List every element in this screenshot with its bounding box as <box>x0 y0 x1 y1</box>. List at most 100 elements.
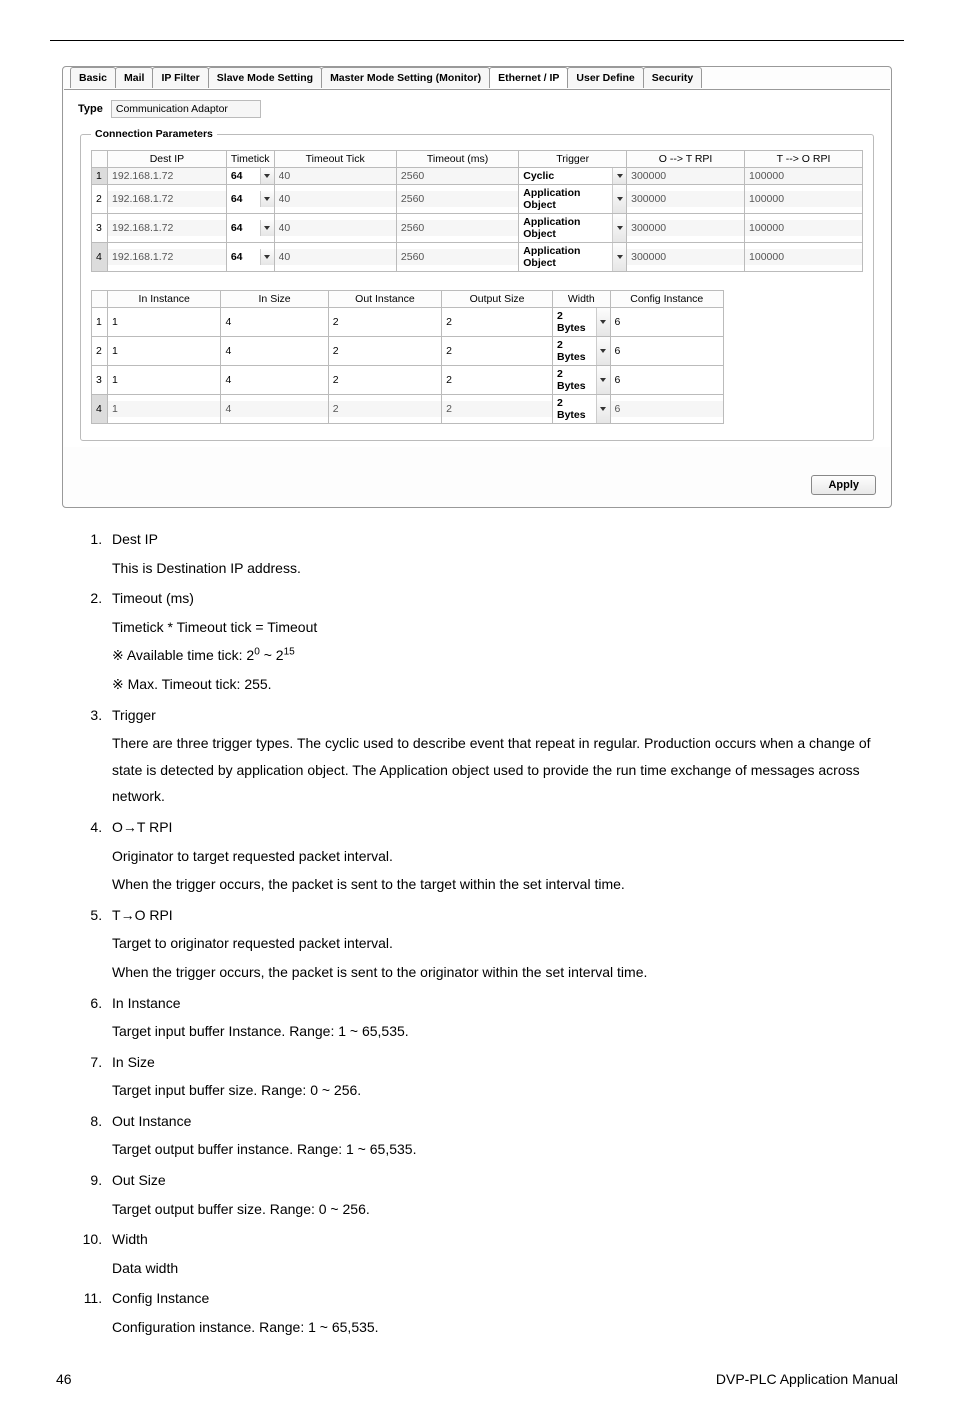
timeout-ms-field <box>397 168 518 184</box>
ot-rpi-field[interactable] <box>627 220 744 236</box>
chevron-down-icon[interactable] <box>260 220 274 236</box>
list-item: Dest IPThis is Destination IP address. <box>106 526 894 581</box>
tab-ip-filter[interactable]: IP Filter <box>152 67 208 88</box>
tab-security[interactable]: Security <box>643 67 702 88</box>
width-select[interactable]: 2 Bytes <box>553 337 610 365</box>
chevron-down-icon[interactable] <box>612 168 626 184</box>
chevron-down-icon[interactable] <box>596 308 610 336</box>
timetick-select[interactable]: 64 <box>227 220 274 236</box>
tab-slave-mode-setting[interactable]: Slave Mode Setting <box>208 67 322 88</box>
item-title: In Instance <box>112 995 181 1011</box>
chevron-down-icon[interactable] <box>260 191 274 207</box>
in-size-field[interactable] <box>221 372 327 388</box>
tab-mail[interactable]: Mail <box>115 67 153 88</box>
item-title: Dest IP <box>112 531 158 547</box>
config-instance-field[interactable] <box>611 314 724 330</box>
item-title: Trigger <box>112 707 156 723</box>
width-select[interactable]: 2 Bytes <box>553 308 610 336</box>
chevron-down-icon[interactable] <box>260 249 274 265</box>
output-size-field[interactable] <box>442 343 552 359</box>
tab-user-define[interactable]: User Define <box>567 67 643 88</box>
list-item: T→O RPI Target to originator requested pa… <box>106 902 894 986</box>
col-header <box>92 151 108 168</box>
width-select[interactable]: 2 Bytes <box>553 366 610 394</box>
dest-ip-field[interactable] <box>108 220 226 236</box>
dest-ip-field[interactable] <box>108 168 226 184</box>
timeout-ms-field <box>397 191 518 207</box>
table-row: 22 Bytes <box>92 337 724 366</box>
to-rpi-field[interactable] <box>745 220 862 236</box>
table-row: 32 Bytes <box>92 366 724 395</box>
timetick-select[interactable]: 64 <box>227 168 274 184</box>
list-item: In Instance Target input buffer Instance.… <box>106 990 894 1045</box>
timeout-tick-field[interactable] <box>275 168 396 184</box>
ot-rpi-field[interactable] <box>627 168 744 184</box>
timeout-tick-field[interactable] <box>275 220 396 236</box>
in-size-field[interactable] <box>221 343 327 359</box>
in-instance-field[interactable] <box>108 343 220 359</box>
item-body: There are three trigger types. The cycli… <box>112 730 894 810</box>
trigger-select[interactable]: Application Object <box>519 243 626 271</box>
dest-ip-field[interactable] <box>108 191 226 207</box>
col-header: Timeout (ms) <box>396 151 518 168</box>
col-header: Timeout Tick <box>274 151 396 168</box>
tab-master-mode-setting-monitor-[interactable]: Master Mode Setting (Monitor) <box>321 67 490 88</box>
ot-rpi-field[interactable] <box>627 191 744 207</box>
connection-params-fieldset: Connection Parameters Dest IPTimetickTim… <box>80 128 874 441</box>
apply-button[interactable]: Apply <box>811 475 876 495</box>
output-size-field[interactable] <box>442 401 552 417</box>
timeout-tick-field[interactable] <box>275 191 396 207</box>
chevron-down-icon[interactable] <box>596 366 610 394</box>
chevron-down-icon[interactable] <box>612 214 626 242</box>
to-rpi-field[interactable] <box>745 168 862 184</box>
in-instance-field[interactable] <box>108 401 220 417</box>
tab-basic[interactable]: Basic <box>70 67 116 88</box>
in-size-field[interactable] <box>221 314 327 330</box>
output-size-field[interactable] <box>442 314 552 330</box>
chevron-down-icon[interactable] <box>612 243 626 271</box>
out-instance-field[interactable] <box>329 314 441 330</box>
list-item: O→T RPIOriginator to target requested pa… <box>106 814 894 898</box>
list-item: WidthData width <box>106 1226 894 1281</box>
trigger-select[interactable]: Cyclic <box>519 168 626 184</box>
chevron-down-icon[interactable] <box>260 168 274 184</box>
item-line: Target to originator requested packet in… <box>112 930 894 957</box>
timetick-select[interactable]: 64 <box>227 191 274 207</box>
item-line: Data width <box>112 1255 894 1282</box>
output-size-field[interactable] <box>442 372 552 388</box>
item-line: Target input buffer Instance. Range: 1 ~… <box>112 1018 894 1045</box>
item-line: Target output buffer size. Range: 0 ~ 25… <box>112 1196 894 1223</box>
to-rpi-field[interactable] <box>745 249 862 265</box>
item-title: In Size <box>112 1054 155 1070</box>
footer: 46 DVP-PLC Application Manual <box>50 1371 904 1387</box>
out-instance-field[interactable] <box>329 372 441 388</box>
col-header: Output Size <box>442 291 553 308</box>
timeout-tick-field[interactable] <box>275 249 396 265</box>
manual-title: DVP-PLC Application Manual <box>716 1371 898 1387</box>
dest-ip-field[interactable] <box>108 249 226 265</box>
item-title: T→O RPI <box>112 907 173 923</box>
chevron-down-icon[interactable] <box>612 185 626 213</box>
out-instance-field[interactable] <box>329 343 441 359</box>
ot-rpi-field[interactable] <box>627 249 744 265</box>
to-rpi-field[interactable] <box>745 191 862 207</box>
item-body: Timetick * Timeout tick = Timeout※ Avail… <box>112 614 894 698</box>
in-instance-field[interactable] <box>108 372 220 388</box>
width-select[interactable]: 2 Bytes <box>553 395 610 423</box>
chevron-down-icon[interactable] <box>596 337 610 365</box>
tab-bar: BasicMailIP FilterSlave Mode SettingMast… <box>64 67 890 88</box>
config-instance-field[interactable] <box>611 372 724 388</box>
config-instance-field[interactable] <box>611 343 724 359</box>
connection-params-legend: Connection Parameters <box>91 128 217 140</box>
in-size-field[interactable] <box>221 401 327 417</box>
col-header: Config Instance <box>610 291 724 308</box>
chevron-down-icon[interactable] <box>596 395 610 423</box>
tab-ethernet-ip[interactable]: Ethernet / IP <box>489 67 568 88</box>
trigger-select[interactable]: Application Object <box>519 185 626 213</box>
timetick-select[interactable]: 64 <box>227 249 274 265</box>
in-instance-field[interactable] <box>108 314 220 330</box>
out-instance-field[interactable] <box>329 401 441 417</box>
config-instance-field[interactable] <box>611 401 724 417</box>
type-field[interactable] <box>111 100 261 118</box>
trigger-select[interactable]: Application Object <box>519 214 626 242</box>
